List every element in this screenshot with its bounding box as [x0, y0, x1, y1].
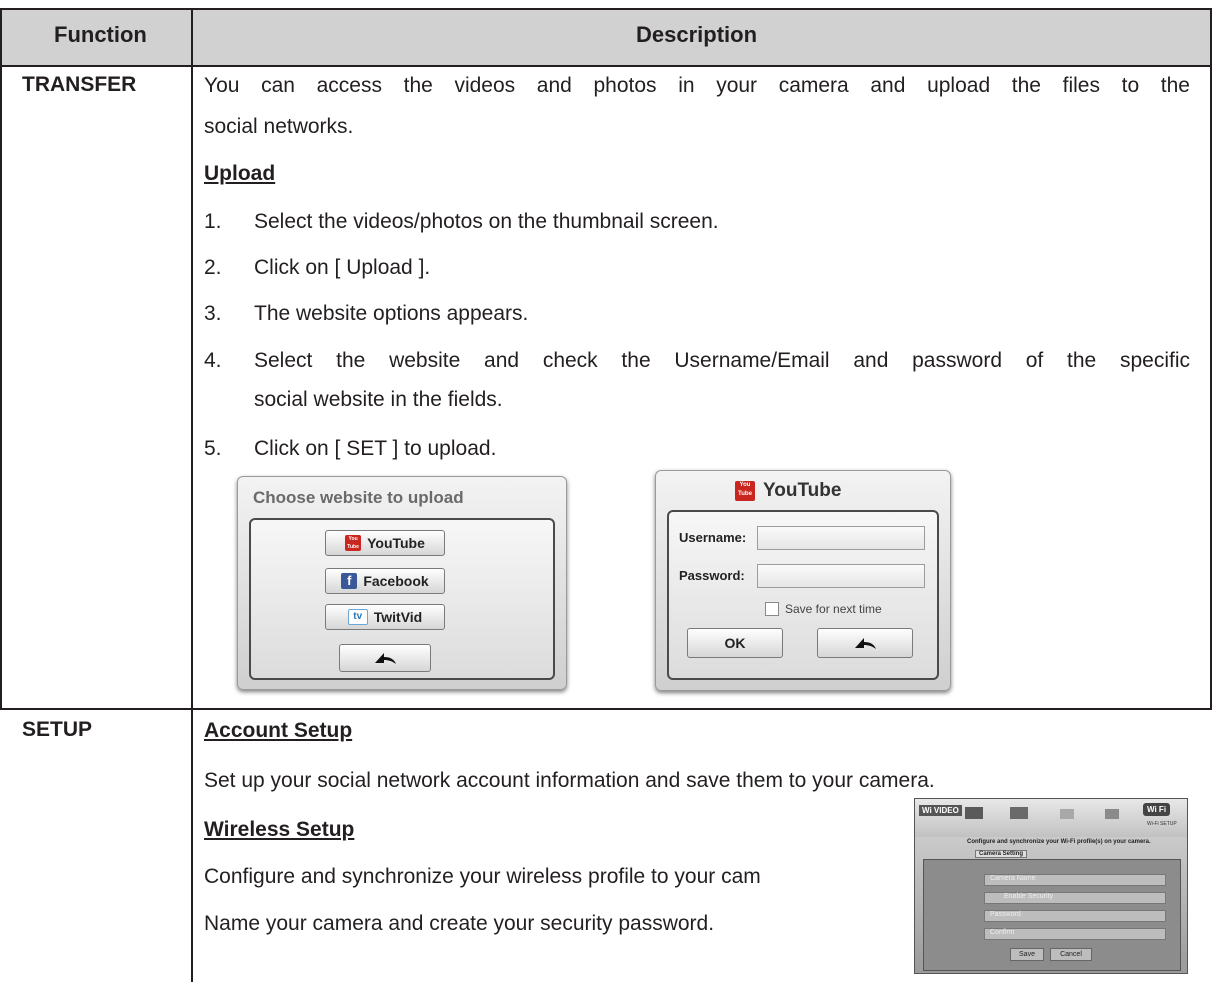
step-number: 3.	[204, 302, 222, 325]
monitor-icon	[965, 807, 983, 819]
ok-button[interactable]: OK	[687, 628, 783, 658]
youtube-button-label: YouTube	[367, 535, 425, 551]
step-text: Click on [ Upload ].	[254, 256, 431, 279]
back-arrow-icon	[855, 638, 876, 649]
dialog-title: Choose website to upload	[253, 488, 464, 507]
row-divider	[0, 708, 1212, 710]
upload-heading: Upload	[204, 162, 276, 185]
save-button[interactable]: Save	[1010, 948, 1044, 961]
facebook-button[interactable]: f Facebook	[325, 568, 445, 594]
twitvid-button-label: TwitVid	[373, 609, 423, 625]
monitor-icon	[1010, 807, 1028, 819]
back-arrow-icon	[375, 653, 396, 664]
step-text: The website options appears.	[254, 302, 529, 325]
step-number: 5.	[204, 437, 222, 460]
wireless-setup-heading: Wireless Setup	[204, 818, 355, 841]
choose-website-dialog: Choose website to upload You Tube YouTub…	[237, 476, 567, 690]
wifi-brand-logo: Wi VIDEO	[919, 805, 962, 816]
facebook-icon: f	[341, 573, 358, 589]
cancel-button[interactable]: Cancel	[1050, 948, 1092, 961]
back-button[interactable]	[339, 644, 431, 672]
facebook-button-label: Facebook	[363, 573, 429, 589]
step-number: 2.	[204, 256, 222, 279]
step-number: 4.	[204, 349, 222, 372]
youtube-icon: You Tube	[735, 481, 755, 501]
column-divider	[191, 8, 193, 982]
camera-name-label: Camera Name	[990, 875, 1036, 882]
table-left-border	[0, 8, 2, 710]
login-panel: Username: Password: Save for next time O…	[667, 510, 939, 680]
youtube-dialog-title: YouTube	[763, 480, 842, 501]
wifi-toolbar: Wi VIDEO Wi Fi Wi-Fi SETUP	[915, 799, 1187, 837]
password-label: Password:	[679, 568, 745, 583]
description-column-header: Description	[636, 22, 758, 47]
username-field[interactable]	[757, 526, 925, 550]
password-label: Password	[990, 911, 1021, 918]
transfer-intro: You can access the videos and photos in …	[204, 74, 1190, 97]
camera-setting-tab[interactable]: Camera Setting	[975, 850, 1028, 858]
youtube-login-dialog: You Tube YouTube Username: Password: Sav…	[655, 470, 951, 691]
table-header-row	[0, 9, 1212, 65]
header-divider	[0, 65, 1212, 67]
youtube-button[interactable]: You Tube YouTube	[325, 530, 445, 556]
twitvid-button[interactable]: tv TwitVid	[325, 604, 445, 630]
wifi-badge-sub: Wi-Fi SETUP	[1147, 821, 1177, 827]
step-text: Select the website and check the Usernam…	[254, 349, 1190, 372]
youtube-dialog-header: You Tube YouTube	[735, 480, 841, 502]
step-text-cont: social website in the fields.	[254, 388, 503, 411]
youtube-icon: You Tube	[345, 535, 362, 551]
table-top-border	[0, 8, 1212, 10]
account-setup-heading: Account Setup	[204, 719, 353, 742]
username-label: Username:	[679, 530, 747, 545]
password-field[interactable]	[757, 564, 925, 588]
setup-label: SETUP	[22, 718, 93, 741]
camera-setting-panel: Camera Name Enable Security Password Con…	[923, 859, 1181, 971]
wireless-setup-screenshot: Wi VIDEO Wi Fi Wi-Fi SETUP Configure and…	[914, 798, 1188, 974]
wifi-badge: Wi Fi	[1143, 803, 1171, 816]
enable-security-label: Enable Security	[1004, 893, 1054, 900]
setup-icon	[1105, 809, 1119, 819]
wireless-setup-text: Configure and synchronize your wireless …	[204, 865, 761, 888]
name-camera-text: Name your camera and create your securit…	[204, 912, 715, 935]
step-number: 1.	[204, 210, 222, 233]
save-label: Save for next time	[785, 602, 882, 616]
wifi-banner: Configure and synchronize your Wi-Fi pro…	[967, 839, 1151, 845]
transfer-label: TRANSFER	[22, 73, 137, 96]
transfer-intro-cont: social networks.	[204, 115, 354, 138]
function-column-header: Function	[54, 22, 147, 47]
upload-icon	[1060, 809, 1074, 819]
confirm-label: Confirm	[990, 929, 1015, 936]
step-text: Click on [ SET ] to upload.	[254, 437, 497, 460]
step-text: Select the videos/photos on the thumbnai…	[254, 210, 719, 233]
account-setup-text: Set up your social network account infor…	[204, 769, 935, 792]
twitvid-icon: tv	[347, 609, 368, 625]
dialog-panel: You Tube YouTube f Facebook tv TwitVid	[249, 518, 555, 680]
save-checkbox[interactable]	[765, 602, 779, 616]
back-button[interactable]	[817, 628, 913, 658]
